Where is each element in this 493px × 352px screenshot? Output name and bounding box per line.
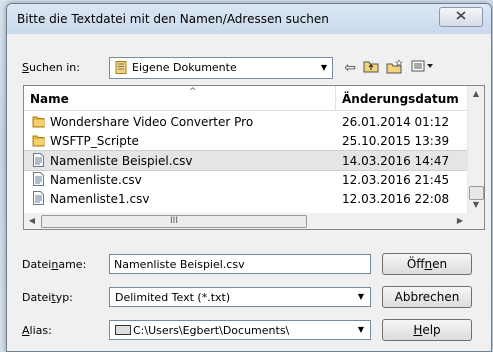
window-title: Bitte die Textdatei mit den Namen/Adress… xyxy=(17,12,329,26)
list-item[interactable]: Wondershare Video Converter Pro 26.01.20… xyxy=(24,112,468,131)
view-menu-icon[interactable] xyxy=(409,59,437,77)
text-file-icon xyxy=(33,172,44,186)
sort-ascending-icon: ^ xyxy=(189,87,197,97)
column-header-date[interactable]: Änderungsdatum xyxy=(342,92,459,106)
vertical-scrollbar[interactable]: ▲ ▼ xyxy=(467,86,484,213)
filetype-select[interactable]: Delimited Text (*.txt) ▼ xyxy=(109,287,371,307)
chevron-down-icon[interactable]: ▼ xyxy=(354,288,368,306)
horizontal-scroll-thumb[interactable]: III xyxy=(41,215,307,228)
text-file-icon xyxy=(33,153,44,167)
scroll-up-icon[interactable]: ▲ xyxy=(468,86,484,102)
list-item-selected[interactable]: Namenliste Beispiel.csv 14.03.2016 14:47 xyxy=(24,150,468,171)
folder-icon xyxy=(32,135,45,147)
filename-label: Dateiname: xyxy=(22,258,87,271)
scroll-right-icon[interactable]: ▶ xyxy=(452,213,468,229)
filetype-label: Dateityp: xyxy=(22,291,73,304)
alias-label: Alias: xyxy=(22,324,52,337)
list-header: Name ^ Änderungsdatum xyxy=(24,86,468,111)
help-button[interactable]: Help xyxy=(382,319,472,341)
chevron-down-icon[interactable]: ▼ xyxy=(354,321,368,339)
text-file-icon xyxy=(33,191,44,205)
folder-icon xyxy=(32,116,45,128)
alias-select[interactable]: C:\Users\Egbert\Documents\ ▼ xyxy=(109,320,371,340)
close-icon xyxy=(456,11,466,20)
horizontal-scrollbar[interactable]: ◀ III ▶ xyxy=(24,213,484,229)
file-open-dialog: Bitte die Textdatei mit den Namen/Adress… xyxy=(6,3,492,352)
cancel-button[interactable]: Abbrechen xyxy=(382,286,472,308)
scroll-left-icon[interactable]: ◀ xyxy=(24,213,40,229)
drive-icon xyxy=(115,325,131,335)
scroll-down-icon[interactable]: ▼ xyxy=(468,197,484,213)
documents-folder-icon xyxy=(115,61,127,74)
lookin-combo[interactable]: Eigene Dokumente ▼ xyxy=(109,57,333,79)
lookin-label: Suchen in: xyxy=(22,61,80,74)
list-item[interactable]: Namenliste.csv 12.03.2016 21:45 xyxy=(24,170,468,189)
list-item[interactable]: WSFTP_Scripte 25.10.2015 13:39 xyxy=(24,131,468,150)
lookin-value: Eigene Dokumente xyxy=(132,61,237,74)
file-list[interactable]: Name ^ Änderungsdatum Wondershare Video … xyxy=(23,85,485,230)
back-arrow-icon[interactable]: ⇦ xyxy=(340,59,360,77)
folder-up-icon[interactable] xyxy=(361,59,381,77)
open-button[interactable]: Öffnen xyxy=(382,253,472,275)
title-bar: Bitte die Textdatei mit den Namen/Adress… xyxy=(7,4,491,34)
list-item[interactable]: Namenliste1.csv 12.03.2016 22:08 xyxy=(24,189,468,208)
new-folder-icon[interactable] xyxy=(385,59,405,77)
close-button[interactable] xyxy=(439,7,483,27)
chevron-down-icon[interactable]: ▼ xyxy=(316,58,332,78)
column-header-name[interactable]: Name xyxy=(30,92,69,106)
filename-input[interactable]: Namenliste Beispiel.csv xyxy=(109,254,371,274)
